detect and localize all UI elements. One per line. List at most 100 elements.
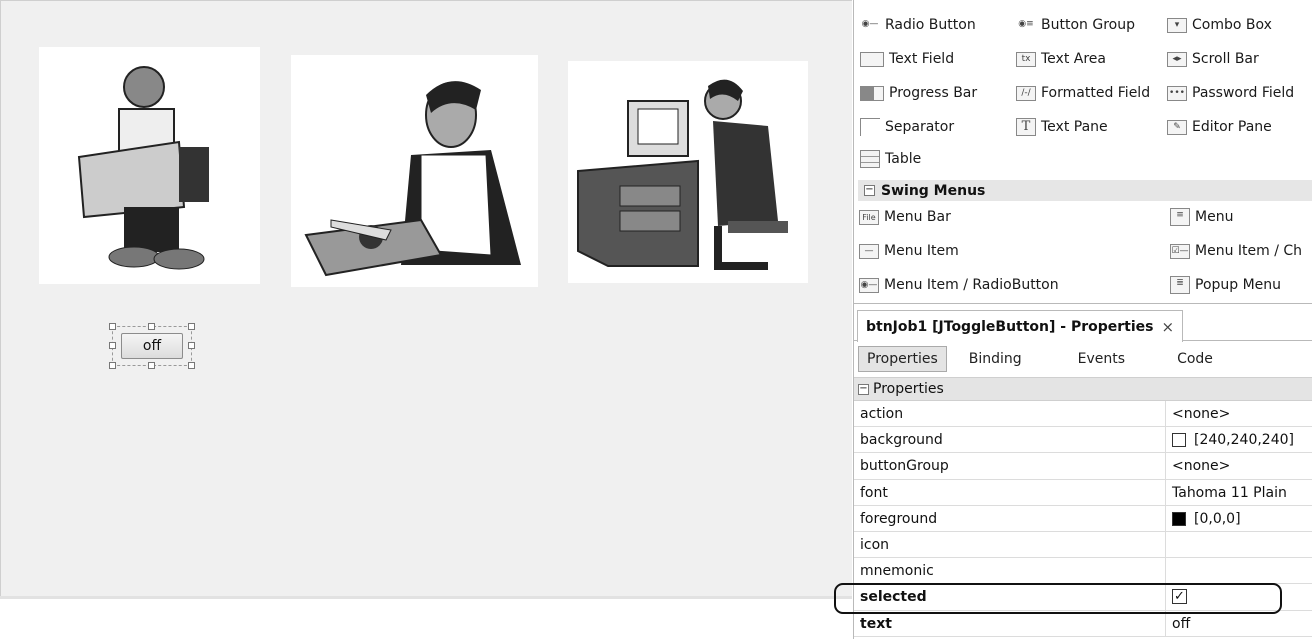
palette-text-area[interactable]: tx Text Area bbox=[1016, 48, 1106, 70]
palette-label: Editor Pane bbox=[1192, 119, 1272, 135]
separator-icon bbox=[860, 118, 880, 136]
property-row-action[interactable]: action <none> bbox=[854, 401, 1312, 428]
worker-chopping-image[interactable] bbox=[291, 55, 538, 287]
palette-editor-pane[interactable]: ✎ Editor Pane bbox=[1167, 116, 1272, 138]
palette-separator[interactable]: Separator bbox=[860, 116, 954, 138]
menu-bar-icon: File bbox=[859, 209, 879, 225]
palette-progress-bar[interactable]: Progress Bar bbox=[860, 82, 977, 104]
palette-label: Menu bbox=[1195, 209, 1234, 225]
resize-handle-nw[interactable] bbox=[109, 323, 116, 330]
palette-menu-item-radio[interactable]: ◉— Menu Item / RadioButton bbox=[859, 274, 1059, 296]
palette-menu-item[interactable]: — Menu Item bbox=[859, 240, 959, 262]
palette-menu-item-checkbox[interactable]: ☑— Menu Item / Ch bbox=[1170, 240, 1302, 262]
palette-label: Table bbox=[885, 151, 922, 167]
job-toggle-button[interactable]: off bbox=[121, 333, 183, 359]
property-value[interactable]: ✓ bbox=[1172, 589, 1187, 605]
palette-combo-box[interactable]: ▾ Combo Box bbox=[1167, 14, 1272, 36]
properties-group-header[interactable]: − Properties bbox=[854, 377, 1312, 401]
property-name: mnemonic bbox=[860, 563, 934, 580]
menu-icon: ≡ bbox=[1170, 208, 1190, 226]
property-value[interactable]: [0,0,0] bbox=[1172, 511, 1241, 527]
resize-handle-e[interactable] bbox=[188, 342, 195, 349]
property-name: background bbox=[860, 432, 943, 449]
palette-button-group[interactable]: ◉≡ Button Group bbox=[1016, 14, 1135, 36]
palette-popup-menu[interactable]: ≣ Popup Menu bbox=[1170, 274, 1281, 296]
collapse-icon: − bbox=[858, 382, 869, 395]
property-row-selected[interactable]: selected ✓ bbox=[854, 584, 1312, 611]
property-value[interactable]: off bbox=[1172, 616, 1190, 632]
design-canvas[interactable]: off bbox=[0, 0, 852, 596]
subtab-events[interactable]: Events bbox=[1070, 347, 1133, 371]
palette-text-pane[interactable]: T Text Pane bbox=[1016, 116, 1108, 138]
property-row-background[interactable]: background [240,240,240] bbox=[854, 427, 1312, 454]
palette-password-field[interactable]: ••• Password Field bbox=[1167, 82, 1294, 104]
palette-label: Menu Item / RadioButton bbox=[884, 277, 1059, 293]
menu-item-radio-icon: ◉— bbox=[859, 277, 879, 293]
canvas-bottom-area bbox=[0, 596, 852, 639]
combo-box-icon: ▾ bbox=[1167, 17, 1187, 33]
palette-text-field[interactable]: Text Field bbox=[860, 48, 954, 70]
property-name: icon bbox=[860, 536, 890, 553]
table-icon bbox=[860, 150, 880, 168]
property-name: action bbox=[860, 406, 904, 422]
progress-bar-icon bbox=[860, 85, 884, 101]
resize-handle-ne[interactable] bbox=[188, 323, 195, 330]
properties-subtabs: Properties Binding Events Code bbox=[854, 341, 1312, 377]
property-value[interactable]: [240,240,240] bbox=[1172, 432, 1294, 448]
worker-drilling-image[interactable] bbox=[39, 47, 260, 284]
collapse-icon: − bbox=[864, 184, 875, 196]
swing-menus-category[interactable]: − Swing Menus bbox=[858, 180, 1312, 201]
palette-label: Menu Item bbox=[884, 243, 959, 259]
palette-label: Password Field bbox=[1192, 85, 1295, 101]
property-name: buttonGroup bbox=[860, 458, 949, 475]
palette-label: Text Pane bbox=[1041, 119, 1108, 135]
property-value[interactable]: <none> bbox=[1172, 406, 1230, 422]
property-name: text bbox=[860, 615, 892, 632]
property-name: font bbox=[860, 484, 888, 501]
property-value[interactable]: <none> bbox=[1172, 458, 1230, 474]
palette-menu[interactable]: ≡ Menu bbox=[1170, 206, 1233, 228]
palette-label: Menu Item / Ch bbox=[1195, 243, 1303, 259]
palette-scroll-bar[interactable]: ◂▸ Scroll Bar bbox=[1167, 48, 1259, 70]
property-name: foreground bbox=[860, 510, 938, 527]
properties-window-tab[interactable]: btnJob1 [JToggleButton] - Properties × bbox=[857, 310, 1184, 342]
palette-label: Button Group bbox=[1041, 17, 1135, 33]
palette-label: Progress Bar bbox=[889, 85, 978, 101]
property-row-text[interactable]: text off bbox=[854, 610, 1312, 637]
property-row-foreground[interactable]: foreground [0,0,0] bbox=[854, 505, 1312, 532]
button-group-icon: ◉≡ bbox=[1018, 18, 1034, 29]
formatted-field-icon: /-/ bbox=[1016, 85, 1036, 101]
resize-handle-s[interactable] bbox=[148, 362, 155, 369]
palette-label: Menu Bar bbox=[884, 209, 951, 225]
property-row-mnemonic[interactable]: mnemonic bbox=[854, 558, 1312, 585]
worker-drilling-clipart bbox=[77, 66, 209, 270]
subtab-code[interactable]: Code bbox=[1169, 347, 1221, 371]
property-row-font[interactable]: font Tahoma 11 Plain bbox=[854, 479, 1312, 506]
subtab-binding[interactable]: Binding bbox=[961, 347, 1030, 371]
property-name: selected bbox=[860, 589, 927, 606]
resize-handle-n[interactable] bbox=[148, 323, 155, 330]
property-row-icon[interactable]: icon bbox=[854, 531, 1312, 559]
selected-toggle-button-frame[interactable]: off bbox=[109, 323, 195, 369]
palette-label: Formatted Field bbox=[1041, 85, 1151, 101]
menu-item-icon: — bbox=[859, 243, 879, 259]
palette-menu-bar[interactable]: File Menu Bar bbox=[859, 206, 951, 228]
palette-label: Popup Menu bbox=[1195, 277, 1282, 293]
worker-computer-image[interactable] bbox=[568, 61, 808, 283]
palette-formatted-field[interactable]: /-/ Formatted Field bbox=[1016, 82, 1150, 104]
close-icon[interactable]: × bbox=[1162, 318, 1175, 336]
subtab-properties[interactable]: Properties bbox=[858, 346, 947, 372]
resize-handle-w[interactable] bbox=[109, 342, 116, 349]
scroll-bar-icon: ◂▸ bbox=[1167, 51, 1187, 67]
selected-checkbox[interactable]: ✓ bbox=[1172, 589, 1187, 605]
worker-chopping-clipart bbox=[304, 81, 521, 277]
property-value[interactable]: Tahoma 11 Plain bbox=[1172, 485, 1287, 501]
properties-tab-bar: btnJob1 [JToggleButton] - Properties × bbox=[854, 310, 1312, 342]
property-row-buttongroup[interactable]: buttonGroup <none> bbox=[854, 453, 1312, 480]
color-swatch bbox=[1172, 511, 1186, 526]
text-field-icon bbox=[860, 51, 884, 67]
palette-radio-button[interactable]: ◉— Radio Button bbox=[860, 14, 976, 36]
palette-table[interactable]: Table bbox=[860, 148, 921, 170]
resize-handle-sw[interactable] bbox=[109, 362, 116, 369]
resize-handle-se[interactable] bbox=[188, 362, 195, 369]
